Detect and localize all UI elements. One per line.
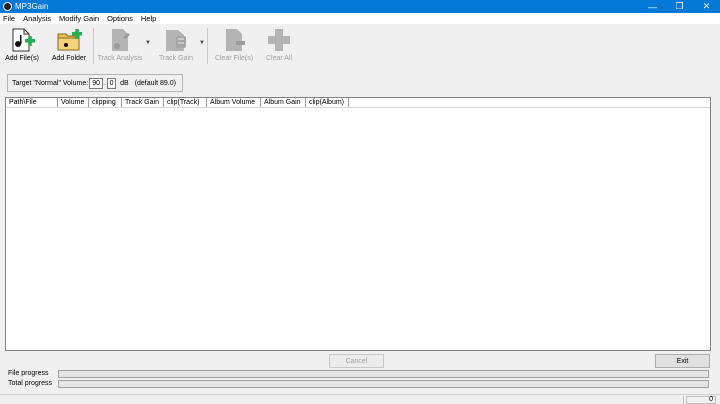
file-count: 0 bbox=[686, 396, 716, 404]
target-volume-label: Target "Normal" Volume: bbox=[12, 79, 89, 87]
column-header-album-gain[interactable]: Album Gain bbox=[261, 98, 306, 107]
close-icon: ✕ bbox=[702, 1, 711, 11]
track-analysis-label: Track Analysis bbox=[97, 55, 143, 62]
add-file-icon bbox=[12, 28, 35, 52]
minimize-icon: — bbox=[648, 1, 657, 12]
toolbar-separator bbox=[93, 28, 94, 64]
track-gain-dropdown-icon[interactable]: ▼ bbox=[199, 40, 205, 46]
clear-file-icon bbox=[226, 29, 245, 51]
menu-options[interactable]: Options bbox=[107, 14, 133, 23]
clear-files-button[interactable]: Clear File(s) bbox=[212, 27, 256, 67]
clear-files-label: Clear File(s) bbox=[214, 55, 254, 62]
add-folder-label: Add Folder bbox=[51, 55, 87, 62]
target-volume-group: Target "Normal" Volume: 90 . 0 dB (defau… bbox=[7, 74, 183, 92]
menu-bar: File Analysis Modify Gain Options Help bbox=[0, 13, 720, 24]
app-icon bbox=[3, 2, 12, 11]
track-analysis-dropdown-icon[interactable]: ▼ bbox=[145, 40, 151, 46]
total-progress-bar bbox=[58, 380, 709, 388]
track-analysis-button[interactable]: Track Analysis bbox=[96, 27, 144, 67]
track-gain-icon bbox=[166, 30, 186, 51]
column-header-path-file[interactable]: Path\File bbox=[6, 98, 58, 107]
track-gain-button[interactable]: Track Gain bbox=[152, 27, 200, 67]
column-header-clip-album[interactable]: clip(Album) bbox=[306, 98, 349, 107]
column-header-track-gain[interactable]: Track Gain bbox=[122, 98, 164, 107]
target-volume-default: (default 89.0) bbox=[134, 79, 176, 87]
exit-button[interactable]: Exit bbox=[655, 354, 710, 368]
add-folder-button[interactable]: Add Folder bbox=[47, 27, 91, 67]
add-files-label: Add File(s) bbox=[5, 55, 39, 62]
file-progress-bar bbox=[58, 370, 709, 378]
close-button[interactable]: ✕ bbox=[693, 0, 720, 13]
menu-analysis[interactable]: Analysis bbox=[23, 14, 51, 23]
title-bar: MP3Gain — ❐ ✕ bbox=[0, 0, 720, 13]
target-volume-integer-input[interactable]: 90 bbox=[89, 77, 104, 89]
track-analysis-icon bbox=[112, 29, 130, 51]
column-header-volume[interactable]: Volume bbox=[58, 98, 89, 107]
target-volume-decimal-input[interactable]: 0 bbox=[107, 77, 117, 89]
file-list[interactable]: Path\File Volume clipping Track Gain cli… bbox=[5, 97, 711, 351]
restore-button[interactable]: ❐ bbox=[666, 0, 693, 13]
restore-icon: ❐ bbox=[675, 1, 684, 11]
toolbar: Add File(s) Add Folder Track Analysis ▼ … bbox=[0, 24, 720, 68]
clear-all-button[interactable]: Clear All bbox=[257, 27, 301, 67]
column-header-clip-track[interactable]: clip(Track) bbox=[164, 98, 207, 107]
status-bar: 0 bbox=[0, 394, 720, 404]
menu-help[interactable]: Help bbox=[141, 14, 156, 23]
clear-all-icon bbox=[268, 29, 290, 51]
clear-all-label: Clear All bbox=[265, 55, 293, 62]
menu-modify-gain[interactable]: Modify Gain bbox=[59, 14, 99, 23]
column-header-clipping[interactable]: clipping bbox=[89, 98, 122, 107]
add-folder-icon bbox=[57, 29, 82, 51]
cancel-button[interactable]: Cancel bbox=[329, 354, 384, 368]
menu-file[interactable]: File bbox=[3, 14, 15, 23]
target-volume-unit: dB bbox=[120, 79, 129, 87]
file-list-header: Path\File Volume clipping Track Gain cli… bbox=[6, 98, 710, 108]
column-header-album-volume[interactable]: Album Volume bbox=[207, 98, 261, 107]
file-progress-label: File progress bbox=[8, 370, 49, 377]
minimize-button[interactable]: — bbox=[639, 0, 666, 13]
add-files-button[interactable]: Add File(s) bbox=[0, 27, 44, 67]
decimal-separator: . bbox=[104, 79, 107, 87]
toolbar-separator bbox=[207, 28, 208, 64]
status-separator bbox=[683, 396, 684, 404]
window-title: MP3Gain bbox=[15, 2, 49, 11]
total-progress-label: Total progress bbox=[8, 380, 52, 387]
track-gain-label: Track Gain bbox=[159, 55, 193, 62]
